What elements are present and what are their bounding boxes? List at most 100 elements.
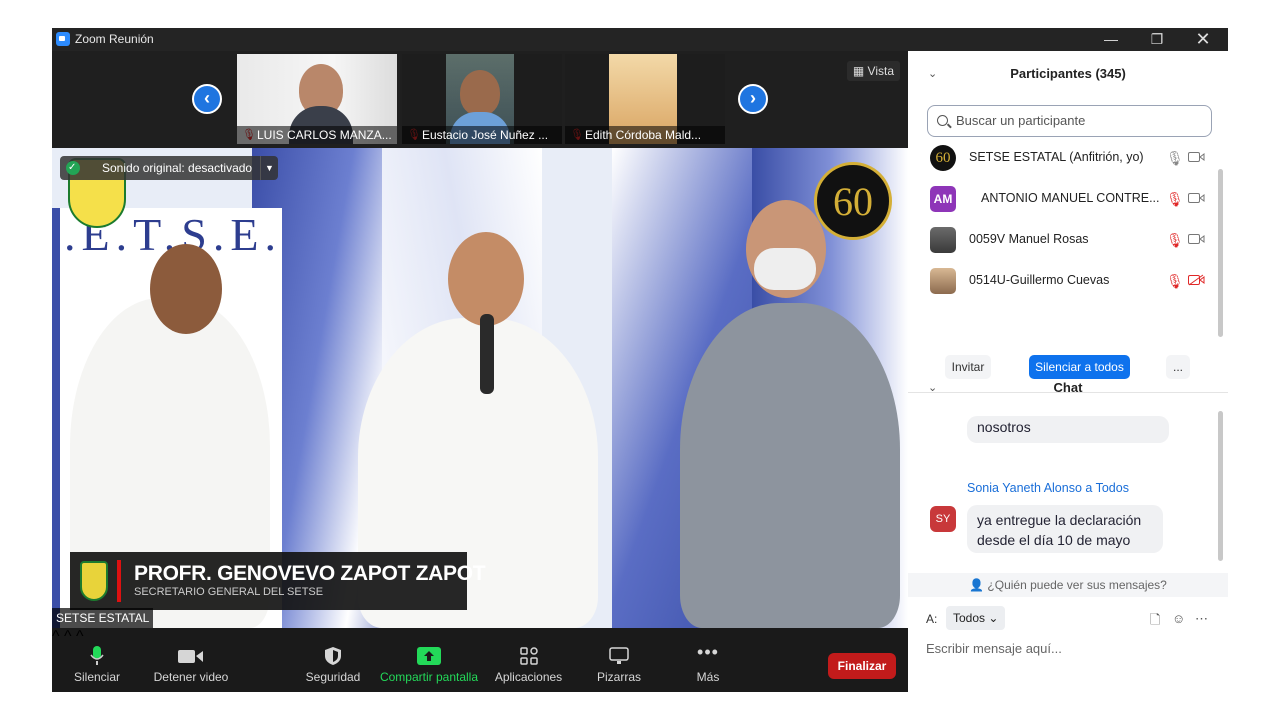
participant-name: ANTONIO MANUEL CONTRE...: [981, 191, 1160, 205]
participant-row[interactable]: 0059V Manuel Rosas 🎙: [908, 220, 1218, 260]
setse-emblem-icon: [80, 561, 108, 601]
participant-thumbnail[interactable]: 🎙 Eustacio José Nuñez ...: [402, 54, 562, 144]
more-label: Más: [696, 670, 720, 684]
search-placeholder: Buscar un participante: [956, 113, 1086, 128]
side-panel: ⌄ Participantes (345) Buscar un particip…: [908, 51, 1228, 692]
emoji-icon[interactable]: ☺: [1172, 611, 1185, 626]
chat-scrollbar[interactable]: [1218, 411, 1223, 561]
mute-all-button[interactable]: Silenciar a todos: [1029, 355, 1130, 379]
participant-row[interactable]: 0514U-Guillermo Cuevas 🎙: [908, 261, 1218, 301]
chat-message-input[interactable]: Escribir mensaje aquí...: [926, 641, 1062, 656]
stop-video-label: Detener video: [153, 670, 229, 684]
end-meeting-button[interactable]: Finalizar: [828, 653, 896, 679]
mute-button[interactable]: Silenciar: [68, 628, 126, 692]
divider: [117, 560, 121, 602]
send-to-label: A:: [926, 612, 938, 626]
video-camera-icon[interactable]: [1188, 192, 1205, 204]
participant-thumbnail[interactable]: 🎙 LUIS CARLOS MANZA...: [237, 54, 397, 144]
security-label: Seguridad: [305, 670, 361, 684]
video-off-icon[interactable]: [1188, 274, 1205, 286]
video-camera-icon[interactable]: [1188, 151, 1205, 163]
participant-search-input[interactable]: Buscar un participante: [927, 105, 1212, 137]
participants-header: Participantes (345): [1010, 66, 1126, 81]
video-owner-tag: SETSE ESTATAL: [52, 608, 154, 628]
zoom-window: Zoom Reunión — ❐ ✕ ‹ 🎙 LUIS CARLOS MANZA…: [52, 28, 1228, 692]
whiteboards-label: Pizarras: [596, 670, 641, 684]
share-screen-button[interactable]: Compartir pantalla: [379, 628, 479, 692]
person-icon: 👤: [969, 578, 985, 592]
participant-row[interactable]: AM ANTONIO MANUEL CONTRE... 🎙: [908, 179, 1218, 219]
file-icon[interactable]: 🗋: [1150, 611, 1160, 633]
avatar: 60: [930, 145, 956, 171]
thumbnail-strip: ‹ 🎙 LUIS CARLOS MANZA... 🎙 Eustacio José…: [52, 51, 908, 148]
zoom-app-icon: [56, 32, 70, 46]
microphone-icon[interactable]: 🎙: [1166, 150, 1184, 166]
meeting-toolbar: Silenciar ^ Detener video ^ Seguridad Co…: [52, 628, 908, 692]
avatar: AM: [930, 186, 956, 212]
chat-input-placeholder: Escribir mensaje aquí...: [926, 641, 1062, 656]
who-can-see-label: ¿Quién puede ver sus mensajes?: [987, 578, 1167, 592]
grid-icon: ▦: [852, 64, 865, 78]
chevron-down-icon: ⌄: [988, 611, 999, 625]
thumbnail-name: Eustacio José Nuñez ...: [402, 126, 562, 144]
window-title: Zoom Reunión: [75, 32, 154, 46]
whiteboard-icon: [609, 647, 629, 664]
next-page-icon[interactable]: ›: [738, 84, 768, 114]
more-button[interactable]: ••• Más: [684, 628, 732, 692]
thumbnail-name: Edith Córdoba Mald...: [565, 126, 725, 144]
chat-message-line: ya entregue la declaración: [977, 512, 1142, 528]
microphone-icon: [90, 646, 104, 665]
security-button[interactable]: Seguridad: [303, 628, 363, 692]
apps-button[interactable]: Aplicaciones: [492, 628, 565, 692]
participant-name: 0514U-Guillermo Cuevas: [969, 273, 1110, 287]
chevron-down-icon[interactable]: ▼: [260, 156, 278, 180]
whiteboards-button[interactable]: Pizarras: [590, 628, 648, 692]
speaker-role: SECRETARIO GENERAL DEL SETSE: [134, 586, 324, 598]
share-screen-icon: [417, 647, 441, 665]
title-bar: Zoom Reunión — ❐ ✕: [52, 28, 1228, 51]
restore-icon[interactable]: ❐: [1134, 28, 1180, 51]
apps-icon: [519, 647, 538, 665]
chat-sender: Sonia Yaneth Alonso a Todos: [967, 481, 1129, 495]
avatar: [930, 227, 956, 253]
participants-more-button[interactable]: ...: [1166, 355, 1190, 379]
chat-message-line: desde el día 10 de mayo: [977, 532, 1131, 548]
view-button[interactable]: ▦ Vista: [846, 61, 900, 81]
audio-options-chevron-icon[interactable]: ^: [52, 628, 60, 645]
participants-scrollbar[interactable]: [1218, 169, 1223, 337]
mute-label: Silenciar: [73, 670, 121, 684]
chat-message: nosotros: [967, 416, 1169, 443]
who-can-see-messages-link[interactable]: 👤 ¿Quién puede ver sus mensajes?: [908, 573, 1228, 597]
avatar: [930, 268, 956, 294]
invite-button[interactable]: Invitar: [945, 355, 991, 379]
anniversary-logo: 60: [814, 162, 892, 240]
muted-mic-icon[interactable]: 🎙: [1166, 273, 1184, 289]
minimize-icon[interactable]: —: [1088, 28, 1134, 51]
prev-page-icon[interactable]: ‹: [192, 84, 222, 114]
more-dots-icon: •••: [697, 642, 719, 662]
chat-more-icon[interactable]: ⋯: [1195, 611, 1208, 627]
participant-row[interactable]: 60 SETSE ESTATAL (Anfitrión, yo) 🎙: [908, 138, 1218, 178]
recipient-dropdown[interactable]: Todos ⌄: [946, 606, 1006, 630]
video-stage: ‹ 🎙 LUIS CARLOS MANZA... 🎙 Eustacio José…: [52, 51, 908, 628]
audio-status-label: Sonido original: desactivado: [102, 161, 253, 175]
chat-message-text: nosotros: [977, 419, 1031, 435]
active-speaker-video: .E.T.S.E. 60 Sonido original: desactivad…: [52, 148, 908, 628]
participant-name: SETSE ESTATAL (Anfitrión, yo): [969, 150, 1144, 164]
muted-mic-icon[interactable]: 🎙: [1166, 232, 1184, 248]
stop-video-button[interactable]: Detener video: [150, 628, 232, 692]
muted-mic-icon[interactable]: 🎙: [1166, 191, 1184, 207]
encryption-shield-icon: [66, 156, 80, 180]
recipient-value: Todos: [953, 611, 986, 625]
search-icon: [937, 115, 948, 126]
apps-label: Aplicaciones: [494, 670, 563, 684]
close-icon[interactable]: ✕: [1180, 28, 1226, 51]
shield-icon: [325, 647, 341, 665]
video-camera-icon[interactable]: [1188, 233, 1205, 245]
thumbnail-name: LUIS CARLOS MANZA...: [237, 126, 397, 144]
view-label: Vista: [867, 64, 894, 78]
share-screen-label: Compartir pantalla: [379, 670, 479, 684]
video-camera-icon: [178, 650, 203, 663]
original-sound-toggle[interactable]: Sonido original: desactivado ▼: [60, 156, 278, 180]
participant-thumbnail[interactable]: 🎙 Edith Córdoba Mald...: [565, 54, 725, 144]
